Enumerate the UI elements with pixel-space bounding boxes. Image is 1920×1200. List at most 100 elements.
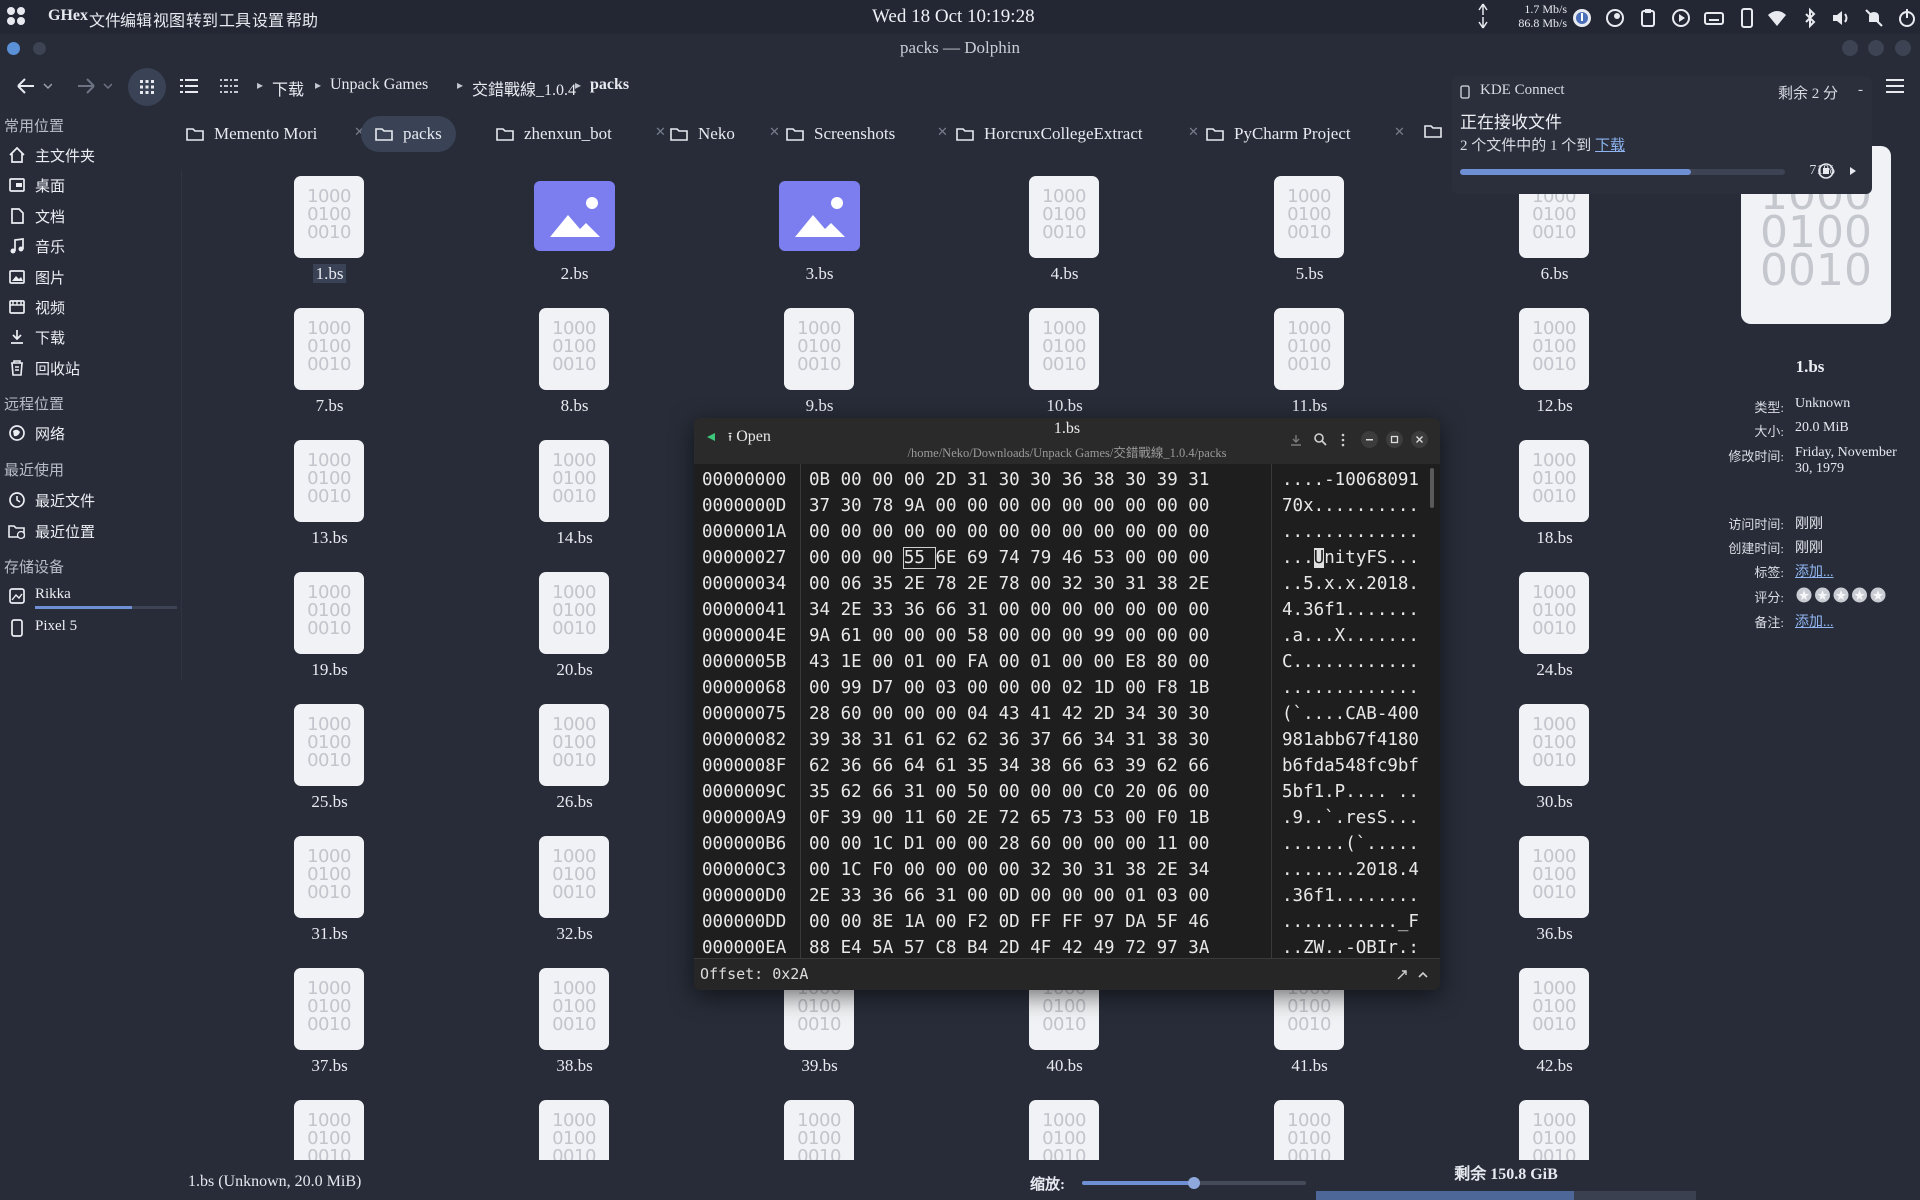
hex-bytes[interactable]: 62 36 66 64 61 35 34 38 66 63 39 62 66 [809,756,1209,776]
hex-bytes[interactable]: 2E 33 36 66 31 00 0D 00 00 00 01 03 00 [809,886,1209,906]
file-item[interactable]: 1000 0100 0010 20.bs [507,572,627,692]
sidebar-item[interactable]: Pixel 5 [8,615,178,641]
menu-item[interactable]: 工具 [219,7,251,31]
phone-connect-icon[interactable] [1736,7,1758,29]
file-item[interactable]: 1000 0100 0010 [1487,1100,1607,1160]
file-item[interactable]: 1000 0100 0010 18.bs [1487,440,1607,560]
sidebar-item[interactable]: 文档 [8,203,178,229]
file-item[interactable]: 1000 0100 0010 31.bs [262,836,382,956]
pin-icon[interactable] [33,42,46,55]
file-item[interactable]: 1000 0100 0010 11.bs [1242,308,1362,428]
file-item[interactable]: 1000 0100 0010 [1242,1100,1362,1160]
hex-bytes[interactable]: 28 60 00 00 00 04 43 41 42 2D 34 30 30 [809,704,1209,724]
details-view-button[interactable] [180,78,198,94]
sidebar-item[interactable]: 视频 [8,294,178,320]
hex-bytes[interactable]: 9A 61 00 00 00 58 00 00 00 99 00 00 00 [809,626,1209,646]
insert-mode-icon[interactable] [1396,969,1408,981]
forward-button[interactable] [76,76,112,96]
search-icon[interactable] [1314,433,1327,446]
hex-bytes[interactable]: 39 38 31 61 62 62 36 37 66 34 31 38 30 [809,730,1209,750]
bluetooth-icon[interactable] [1799,7,1821,29]
file-item[interactable]: 1000 0100 0010 32.bs [507,836,627,956]
sidebar-item[interactable]: 桌面 [8,172,178,198]
file-item[interactable]: 1000 0100 0010 42.bs [1487,968,1607,1088]
hex-bytes[interactable]: 37 30 78 9A 00 00 00 00 00 00 00 00 00 [809,496,1209,516]
hex-ascii[interactable]: (`....CAB-400 [1282,704,1419,724]
file-item[interactable]: 1000 0100 0010 14.bs [507,440,627,560]
add-link[interactable]: 添加... [1795,561,1915,581]
hex-bytes[interactable]: 34 2E 33 36 66 31 00 00 00 00 00 00 00 [809,600,1209,620]
hex-ascii[interactable]: ....-10068091 [1282,470,1419,490]
hex-ascii[interactable]: ...UnityFS... [1282,548,1419,568]
hex-ascii[interactable]: C............ [1282,652,1419,672]
file-item[interactable]: 1000 0100 0010 [752,1100,872,1160]
back-button[interactable] [16,76,52,96]
file-item[interactable]: 1000 0100 0010 7.bs [262,308,382,428]
chevron-up-icon[interactable] [1418,971,1428,979]
hex-ascii[interactable]: ..ZW..-OBIr.: [1282,938,1419,958]
file-item[interactable]: 1000 0100 0010 38.bs [507,968,627,1088]
kde-connect-notification[interactable]: KDE Connect 剩余 2 分 - 正在接收文件 2 个文件中的 1 个到… [1452,76,1872,194]
sidebar-item[interactable]: Rikka [8,583,178,609]
active-app-name[interactable]: GHex [48,7,88,25]
file-item[interactable]: 1000 0100 0010 13.bs [262,440,382,560]
maximize-button[interactable] [1868,40,1884,56]
menu-item[interactable]: 设置 [252,7,284,31]
hex-ascii[interactable]: ..5.x.x.2018. [1282,574,1419,594]
stop-transfer-icon[interactable] [1817,162,1835,180]
file-item[interactable]: 1000 0100 0010 [262,1100,382,1160]
ghex-close-button[interactable] [1411,431,1428,448]
hex-bytes[interactable]: 35 62 66 31 00 50 00 00 00 C0 20 06 00 [809,782,1209,802]
sidebar-item[interactable]: 回收站 [8,355,178,381]
hex-ascii[interactable]: 70x.......... [1282,496,1419,516]
file-item[interactable]: 1000 0100 0010 9.bs [752,308,872,428]
sidebar-item[interactable]: 主文件夹 [8,142,178,168]
tab-6[interactable]: PyCharm Project [1192,116,1365,152]
file-item[interactable]: 1000 0100 0010 [507,1100,627,1160]
notifications-muted-icon[interactable] [1863,7,1885,29]
hex-bytes[interactable]: 00 00 8E 1A 00 F2 0D FF FF 97 DA 5F 46 [809,912,1209,932]
file-item[interactable]: 1000 0100 0010 26.bs [507,704,627,824]
keyboard-icon[interactable] [1703,7,1725,29]
menu-item[interactable]: 文件 [89,7,121,31]
breadcrumb-item[interactable]: packs [590,76,629,94]
menu-item[interactable]: 转到 [186,7,218,31]
hex-bytes[interactable]: 00 00 00 00 00 00 00 00 00 00 00 00 00 [809,522,1209,542]
menu-item[interactable]: 编辑 [120,7,152,31]
tab-1[interactable]: packs [361,116,456,152]
file-item[interactable]: 1000 0100 0010 30.bs [1487,704,1607,824]
file-item[interactable]: 1000 0100 0010 36.bs [1487,836,1607,956]
hamburger-menu-icon[interactable] [1886,78,1904,94]
hex-bytes[interactable]: 00 00 1C D1 00 00 28 60 00 00 00 11 00 [809,834,1209,854]
hex-ascii[interactable]: ......(`..... [1282,834,1419,854]
hex-bytes[interactable]: 00 99 D7 00 03 00 00 00 02 1D 00 F8 1B [809,678,1209,698]
hex-bytes[interactable]: 88 E4 5A 57 C8 B4 2D 4F 42 49 72 97 3A [809,938,1209,958]
ghex-minimize-button[interactable] [1361,431,1378,448]
hex-ascii[interactable]: 4.36f1....... [1282,600,1419,620]
volume-icon[interactable] [1830,7,1852,29]
hex-bytes[interactable]: 00 00 00 55 6E 69 74 79 46 53 00 00 00 [809,547,1209,569]
menu-item[interactable]: 帮助 [286,7,318,31]
ghex-maximize-button[interactable] [1386,431,1403,448]
hex-bytes[interactable]: 00 1C F0 00 00 00 00 32 30 31 38 2E 34 [809,860,1209,880]
file-item[interactable]: 1000 0100 0010 4.bs [997,176,1117,296]
file-item[interactable]: 1000 0100 0010 6.bs [1487,176,1607,296]
minimize-button[interactable] [1842,40,1858,56]
tab-2[interactable]: zhenxun_bot [482,116,626,152]
hex-ascii[interactable]: 5bf1.P.... .. [1282,782,1419,802]
breadcrumb-item[interactable]: 交錯戰線_1.0.4 [472,76,576,100]
add-link[interactable]: 添加... [1795,611,1915,631]
power-icon[interactable] [1896,7,1918,29]
media-player-icon[interactable] [1670,7,1692,29]
expand-details-icon[interactable] [1849,166,1857,176]
sidebar-item[interactable]: 下载 [8,324,178,350]
file-item[interactable]: 2.bs [507,176,627,296]
sidebar-item[interactable]: 最近位置 [8,518,178,544]
file-item[interactable]: 1000 0100 0010 10.bs [997,308,1117,428]
hex-ascii[interactable]: 981abb67f4180 [1282,730,1419,750]
sidebar-item[interactable]: 音乐 [8,233,178,259]
menu-item[interactable]: 视图 [153,7,185,31]
hex-ascii[interactable]: .36f1........ [1282,886,1419,906]
zoom-slider-handle[interactable] [1188,1177,1200,1189]
hex-view[interactable]: 00000000 0B 00 00 00 2D 31 30 30 36 38 30… [694,464,1440,958]
